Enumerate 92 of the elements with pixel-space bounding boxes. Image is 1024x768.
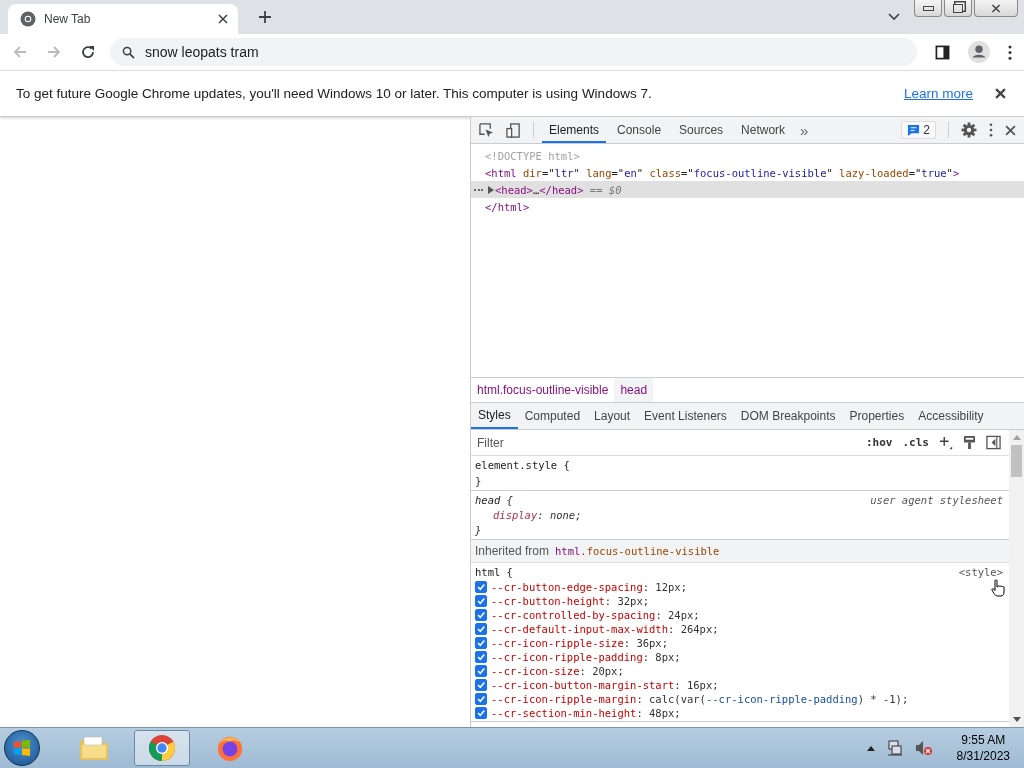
breadcrumb[interactable]: html.focus-outline-visible (471, 378, 615, 402)
property-checkbox[interactable] (475, 623, 487, 635)
styles-pane-tab[interactable]: Properties (842, 403, 912, 429)
dom-node-line[interactable]: <html dir="ltr" lang="en" class="focus-outline-visible" lazy-loaded="true"> (485, 166, 960, 179)
new-tab-icon[interactable] (258, 10, 272, 24)
browser-tab[interactable]: New Tab (8, 4, 238, 34)
dom-node-line[interactable]: <head>…</head> == $0 (495, 183, 622, 196)
styles-pane-tab[interactable]: Layout (587, 403, 638, 429)
restore-button[interactable] (944, 0, 972, 17)
closing-brace: } (475, 524, 482, 536)
dom-node-line[interactable]: </html> (485, 200, 530, 213)
hover-state-button[interactable]: :hov (866, 436, 893, 449)
update-message: To get future Google Chrome updates, you'll need Windows 10 or later. This computer is using Windows 7. (16, 86, 653, 101)
expand-triangle-icon[interactable] (488, 185, 494, 194)
styles-pane-tab[interactable]: Accessibility (911, 403, 991, 429)
close-button[interactable] (974, 0, 1018, 17)
scrollbar-thumb[interactable] (1011, 445, 1022, 477)
property-checkbox[interactable] (475, 693, 487, 705)
property-checkbox[interactable] (475, 651, 487, 663)
css-declaration[interactable]: display: none; (493, 509, 582, 521)
network-icon[interactable] (886, 740, 903, 756)
devtools-tab[interactable]: Sources (672, 117, 731, 143)
property-checkbox[interactable] (475, 665, 487, 677)
css-declaration[interactable]: --cr-section-min-height: 48px; (491, 707, 681, 719)
property-checkbox[interactable] (475, 581, 487, 593)
new-rule-icon[interactable] (939, 435, 953, 450)
show-hidden-icons-icon[interactable] (866, 745, 875, 751)
profile-icon[interactable] (968, 41, 990, 63)
inherited-selector-link[interactable]: html.focus-outline-visible (555, 545, 720, 557)
device-toolbar-icon[interactable] (506, 122, 521, 138)
sidebar-toggle-icon[interactable] (986, 435, 1001, 450)
rule-source[interactable]: user agent stylesheet (870, 494, 1003, 506)
chrome-icon (148, 734, 176, 762)
property-checkbox[interactable] (475, 679, 487, 691)
property-checkbox[interactable] (475, 609, 487, 621)
settings-icon[interactable] (961, 122, 977, 138)
close-icon[interactable] (1005, 124, 1016, 136)
start-button[interactable] (4, 730, 40, 766)
more-options-icon[interactable] (989, 123, 993, 137)
rule-selector: element.style { (475, 459, 571, 471)
menu-icon[interactable] (1008, 44, 1012, 60)
hand-cursor-icon (991, 579, 1005, 597)
learn-more-link[interactable]: Learn more (903, 86, 973, 101)
side-panel-icon[interactable] (935, 44, 950, 60)
css-declaration[interactable]: --cr-icon-button-margin-start: 16px; (491, 679, 719, 691)
closing-brace: } (475, 475, 482, 487)
address-bar[interactable]: snow leopats tram (110, 38, 917, 66)
message-icon (907, 123, 921, 137)
clock[interactable]: 9:55 AM 8/31/2023 (942, 732, 1020, 764)
chrome-icon (20, 11, 36, 27)
css-declaration[interactable]: --cr-icon-ripple-padding: 8px; (491, 651, 681, 663)
chevron-down-icon[interactable] (888, 13, 900, 21)
css-declaration[interactable]: --cr-button-edge-spacing: 12px; (491, 581, 687, 593)
windows-logo-icon (12, 738, 32, 758)
rule-selector: head { (475, 494, 514, 506)
minimize-button[interactable] (914, 0, 942, 17)
issues-button[interactable]: 2 (901, 121, 936, 139)
search-icon (122, 45, 135, 59)
css-declaration[interactable]: --cr-icon-ripple-margin: calc(var(--cr-icon-ripple-padding) * -1); (491, 693, 909, 705)
inherited-label: Inherited from (475, 544, 550, 558)
close-icon[interactable] (218, 14, 228, 24)
css-declaration[interactable]: --cr-icon-size: 20px; (491, 665, 624, 677)
devtools-tab[interactable]: Network (734, 117, 793, 143)
class-toggle-button[interactable]: .cls (902, 436, 929, 449)
close-icon (991, 3, 1001, 13)
folder-icon (79, 735, 109, 761)
css-declaration[interactable]: --cr-icon-ripple-size: 36px; (491, 637, 669, 649)
styles-pane-tab[interactable]: DOM Breakpoints (733, 403, 843, 429)
muted-speaker-icon[interactable] (914, 740, 933, 756)
reload-icon[interactable] (80, 44, 96, 60)
breadcrumb[interactable]: head (614, 378, 654, 402)
firefox-icon (216, 734, 244, 762)
styles-pane-tab[interactable]: Event Listeners (637, 403, 734, 429)
devtools-tab[interactable]: Console (610, 117, 669, 143)
styles-pane-tab[interactable]: Styles (471, 403, 518, 429)
devtools-tab[interactable]: Elements (542, 117, 607, 143)
css-declaration[interactable]: --cr-default-input-max-width: 264px; (491, 623, 719, 635)
css-declaration[interactable]: --cr-button-height: 32px; (491, 595, 650, 607)
rule-selector: html { (475, 566, 514, 578)
rule-source[interactable]: <style> (958, 566, 1003, 578)
styles-pane-tab[interactable]: Computed (517, 403, 588, 429)
inspect-icon[interactable] (479, 122, 494, 138)
scrollbar[interactable] (1009, 430, 1024, 727)
paint-brush-icon[interactable] (963, 435, 976, 450)
property-checkbox[interactable] (475, 595, 487, 607)
property-checkbox[interactable] (475, 707, 487, 719)
chrome-button[interactable] (134, 730, 190, 766)
more-tabs-button[interactable]: » (800, 121, 809, 139)
scroll-down-icon[interactable] (1012, 717, 1021, 722)
css-declaration[interactable]: --cr-controlled-by-spacing: 24px; (491, 609, 700, 621)
property-checkbox[interactable] (475, 637, 487, 649)
close-icon[interactable] (995, 88, 1006, 99)
